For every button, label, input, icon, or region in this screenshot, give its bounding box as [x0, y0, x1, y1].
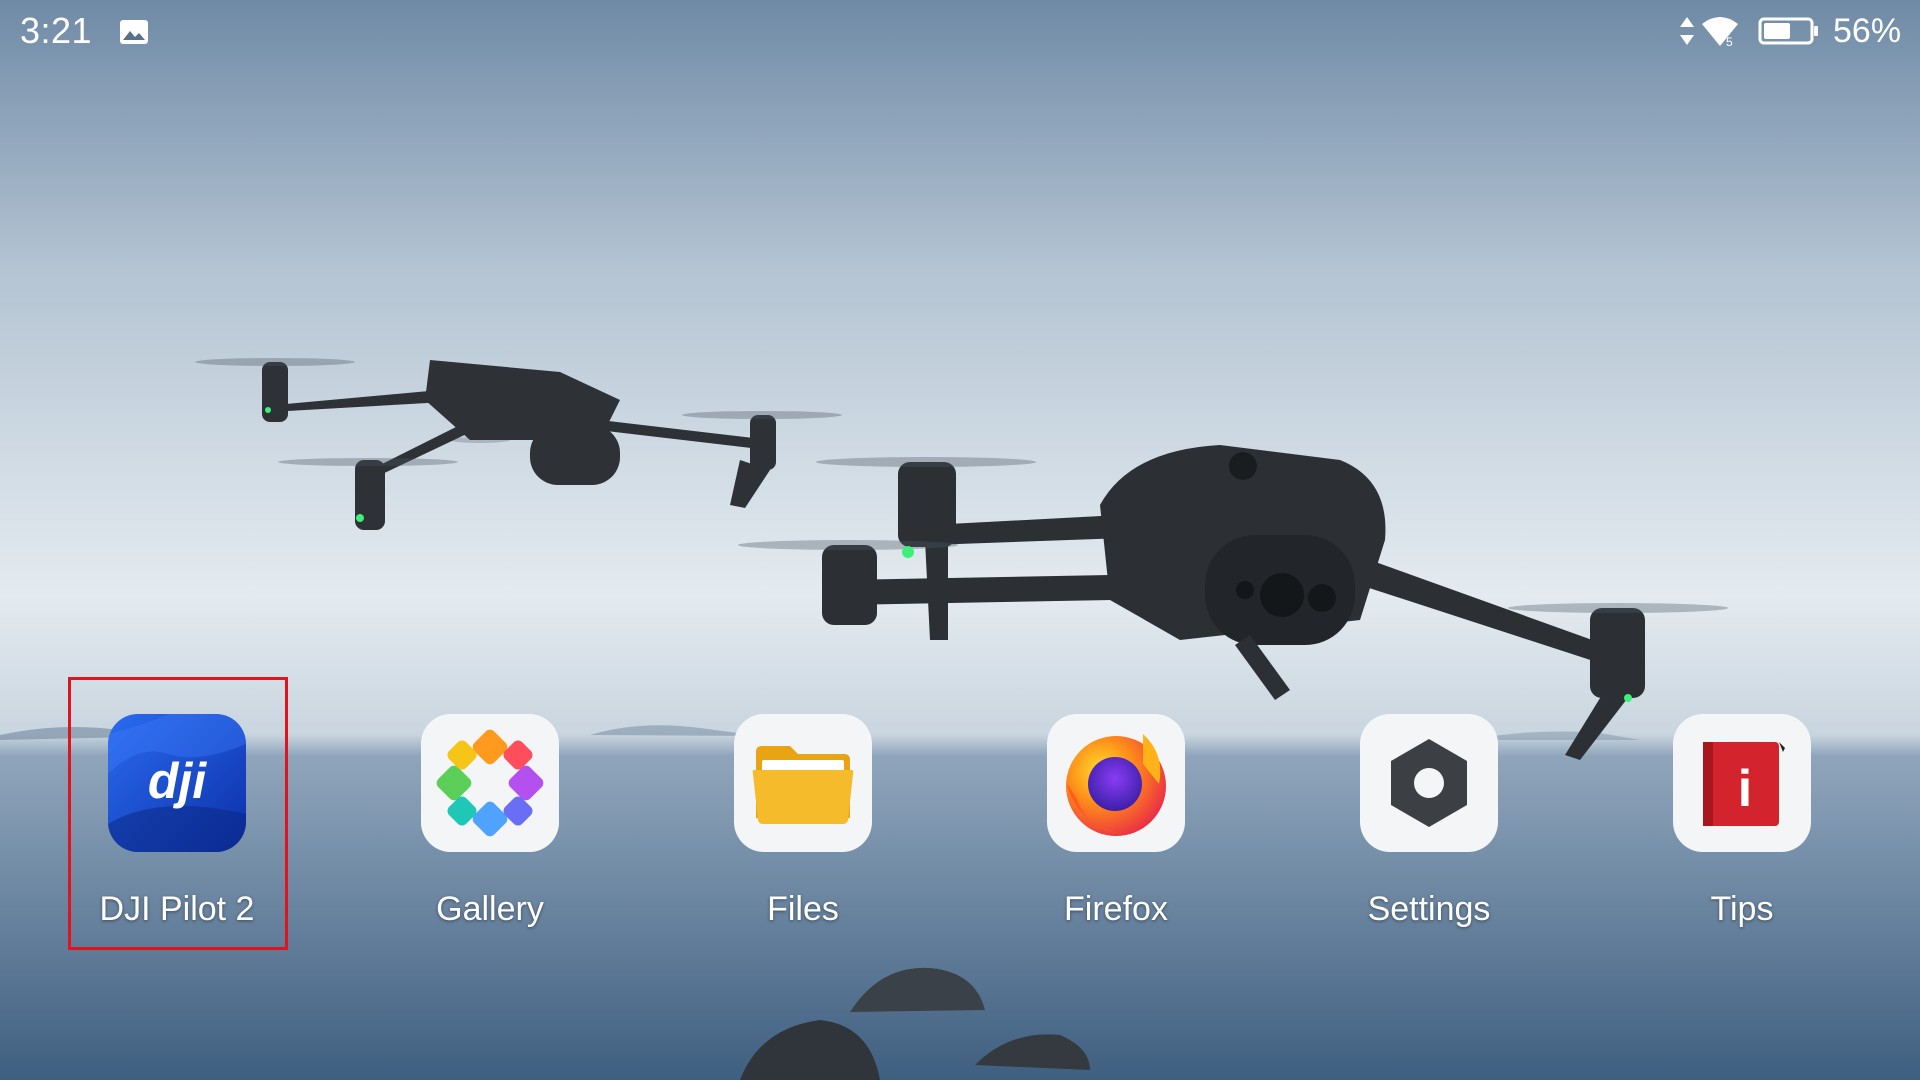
- image-icon: [120, 20, 148, 44]
- app-files[interactable]: Files: [683, 712, 923, 942]
- svg-text:i: i: [1738, 760, 1752, 818]
- data-transfer-icon: [1680, 17, 1694, 45]
- gallery-icon[interactable]: [421, 714, 559, 852]
- battery-percent: 56%: [1833, 12, 1902, 50]
- app-label: Tips: [1710, 890, 1774, 928]
- app-label: Gallery: [436, 890, 544, 928]
- clock: 3:21: [20, 10, 93, 51]
- wifi-icon: 5: [1702, 17, 1738, 48]
- app-label: Firefox: [1064, 890, 1168, 928]
- app-firefox[interactable]: Firefox: [996, 712, 1236, 942]
- firefox-icon[interactable]: [1047, 714, 1185, 852]
- status-bar: 3:21 5 56%: [0, 0, 1920, 64]
- app-label: Files: [767, 890, 839, 928]
- tips-icon[interactable]: i: [1673, 714, 1811, 852]
- selection-highlight: [68, 677, 288, 950]
- battery-icon: [1758, 17, 1818, 45]
- gear-icon[interactable]: [1360, 714, 1498, 852]
- app-tips[interactable]: i Tips: [1622, 712, 1862, 942]
- app-gallery[interactable]: Gallery: [370, 712, 610, 942]
- app-label: Settings: [1367, 890, 1491, 928]
- svg-text:5: 5: [1726, 35, 1733, 48]
- app-settings[interactable]: Settings: [1309, 712, 1549, 942]
- folder-icon[interactable]: [734, 714, 872, 852]
- battery-fill: [1764, 23, 1790, 39]
